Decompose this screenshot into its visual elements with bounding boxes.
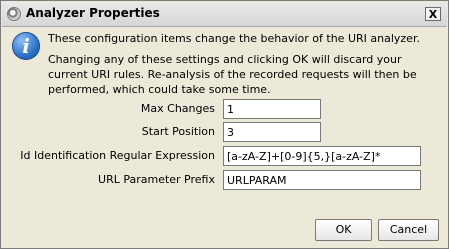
url-param-prefix-label: URL Parameter Prefix [98,173,215,186]
cancel-button[interactable]: Cancel [378,219,439,241]
warning-text: Changing any of these settings and click… [48,53,421,96]
id-regex-label: Id Identification Regular Expression [20,149,215,162]
start-position-input[interactable] [223,122,321,142]
ok-button[interactable]: OK [315,219,372,241]
max-changes-input[interactable] [223,99,321,119]
id-regex-input[interactable] [223,146,421,166]
close-icon: X [428,7,438,21]
info-icon: i [12,32,40,60]
analyzer-properties-dialog: Analyzer Properties X i These configurat… [0,0,449,249]
start-position-label: Start Position [141,125,215,138]
max-changes-label: Max Changes [140,102,215,115]
description-text: These configuration items change the beh… [48,32,420,45]
url-param-prefix-input[interactable] [223,170,421,190]
title-bar[interactable]: Analyzer Properties X [2,2,447,27]
app-globe-icon [7,7,21,21]
dialog-title: Analyzer Properties [26,6,160,20]
close-button[interactable]: X [425,7,441,21]
